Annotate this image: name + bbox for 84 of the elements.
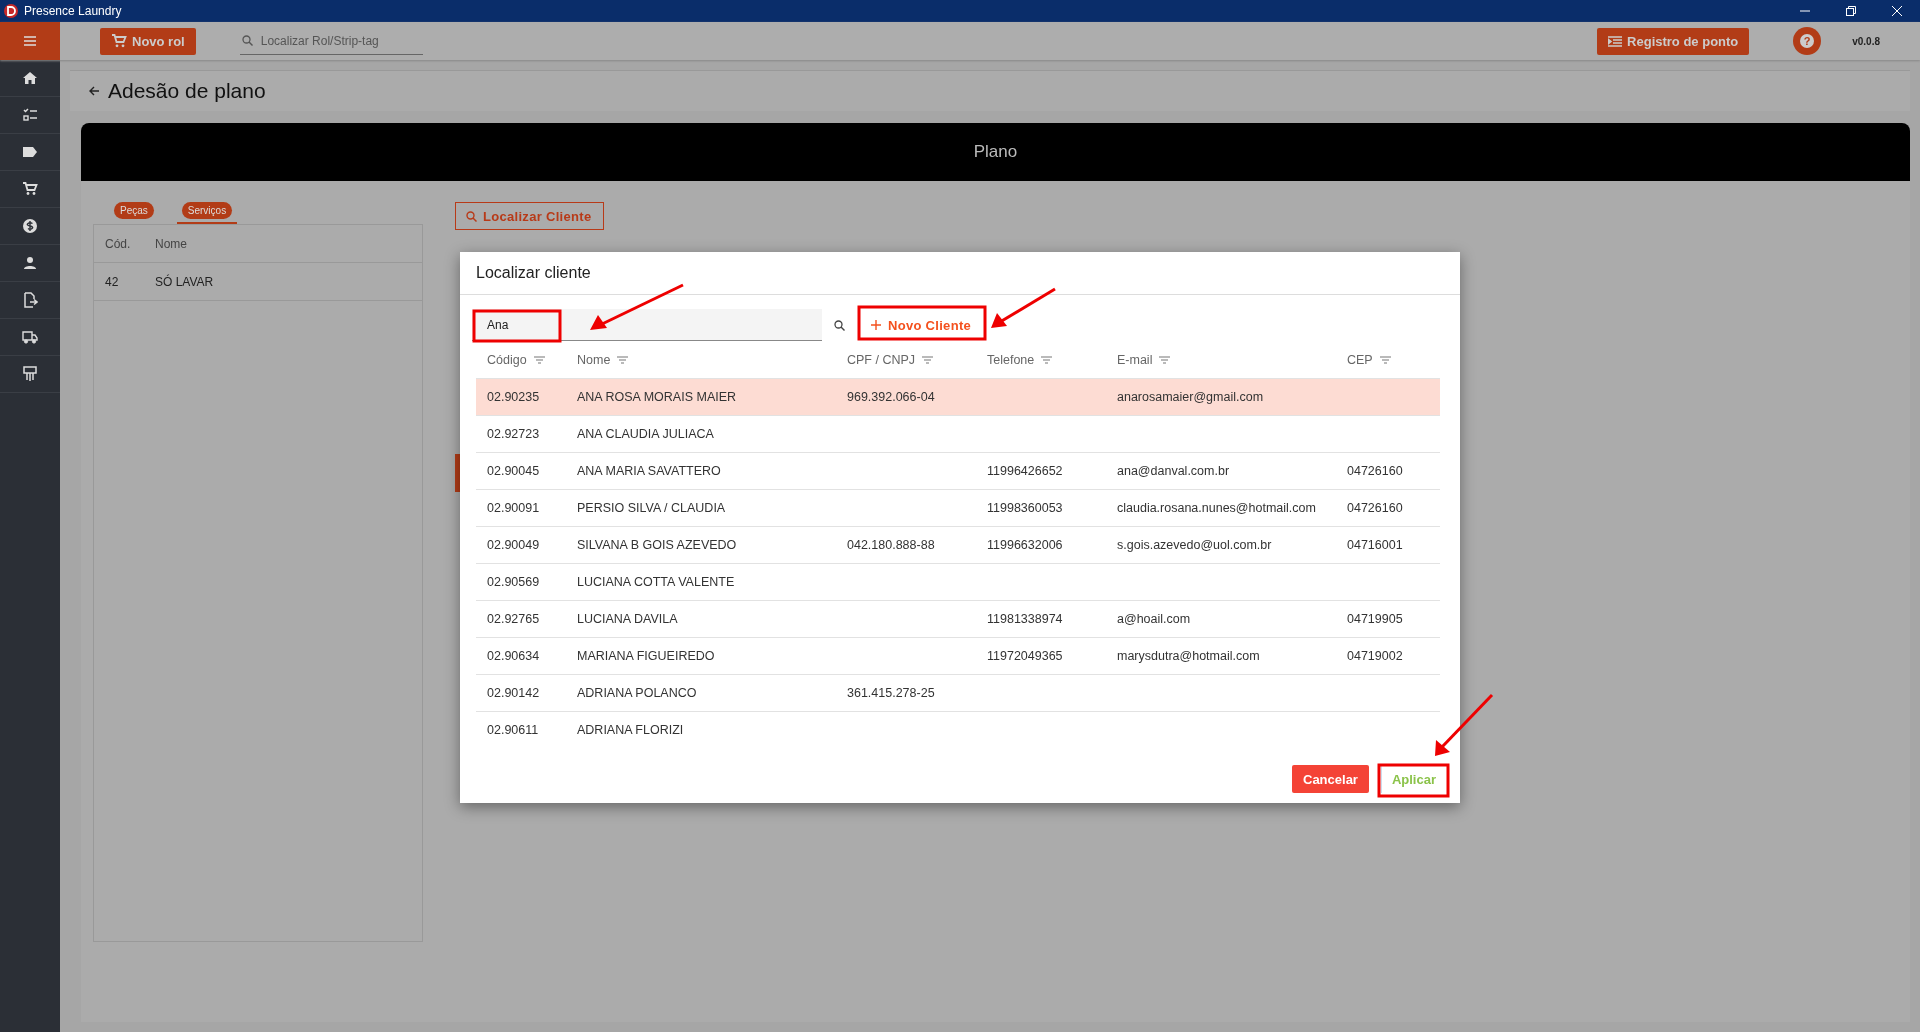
column-header: Nome: [155, 236, 187, 251]
column-header: Cód.: [104, 236, 132, 251]
plan-banner: Plano: [81, 123, 1910, 181]
column-header[interactable]: Código: [487, 352, 527, 367]
table-cell: 02.92723: [487, 427, 540, 441]
table-cell: claudia.rosana.nunes@hotmail.com: [1117, 501, 1316, 515]
table-cell: 11972049365: [987, 649, 1063, 663]
close-icon: [1891, 5, 1903, 17]
new-client-button[interactable]: Novo Cliente: [865, 311, 978, 339]
client-row[interactable]: 02.90235 ANA ROSA MORAIS MAIER 969.392.066-04 anarosamaier@gmail.com: [476, 379, 1440, 416]
app-logo-icon: [4, 4, 18, 18]
table-cell: ana@danval.com.br: [1117, 464, 1230, 478]
table-cell: 02.90091: [487, 501, 540, 515]
new-order-button[interactable]: Novo rol: [100, 27, 196, 55]
table-cell: ANA CLAUDIA JULIACA: [577, 427, 714, 441]
client-row[interactable]: 02.90634 MARIANA FIGUEIREDO 11972049365 marysdutra@hotmail.com 04719002: [476, 638, 1440, 675]
client-row[interactable]: 02.90611 ADRIANA FLORIZI: [476, 712, 1440, 748]
client-row[interactable]: 02.92765 LUCIANA DAVILA 11981338974 a@hoail.com 04719905: [476, 601, 1440, 638]
client-row[interactable]: 02.90142 ADRIANA POLANCO 361.415.278-25: [476, 675, 1440, 712]
cart-icon: [111, 34, 127, 48]
list-icon: [1608, 34, 1623, 48]
plus-icon: [871, 320, 881, 330]
search-field[interactable]: Ana: [472, 309, 822, 341]
table-cell: 02.90235: [487, 390, 540, 404]
client-row[interactable]: 02.90045 ANA MARIA SAVATTERO 11996426652 ana@danval.com.br 04726160: [476, 453, 1440, 490]
search-field[interactable]: Localizar Rol/Strip-tag: [260, 29, 421, 52]
annotation-arrow: [1435, 693, 1494, 756]
table-cell: 361.415.278-25: [847, 686, 935, 700]
cancel-button[interactable]: Cancelar: [1292, 765, 1369, 793]
table-cell: SILVANA B GOIS AZEVEDO: [577, 538, 737, 552]
table-cell: ADRIANA FLORIZI: [577, 723, 684, 737]
dialog-title: Localizar cliente: [460, 252, 1460, 295]
column-header[interactable]: Telefone: [987, 352, 1035, 367]
table-cell: 02.90611: [487, 723, 539, 737]
table-cell: SÓ LAVAR: [155, 274, 214, 289]
table-cell: 02.90634: [487, 649, 540, 663]
client-row[interactable]: 02.92723 ANA CLAUDIA JULIACA: [476, 416, 1440, 453]
client-row[interactable]: 02.90049 SILVANA B GOIS AZEVEDO 042.180.888-88 11996632006 s.gois.azevedo@uol.com.br 04716001: [476, 527, 1440, 564]
table-cell: a@hoail.com: [1117, 612, 1191, 626]
client-row[interactable]: 02.90091 PERSIO SILVA / CLAUDIA 11998360053 claudia.rosana.nunes@hotmail.com 04726160: [476, 490, 1440, 527]
clock-in-button[interactable]: Registro de ponto: [1597, 27, 1750, 55]
table-cell: 11998360053: [987, 501, 1063, 515]
menu-icon: [23, 35, 37, 47]
table-cell: ANA ROSA MORAIS MAIER: [577, 390, 737, 404]
table-cell: LUCIANA DAVILA: [577, 612, 678, 626]
table-cell: ADRIANA POLANCO: [577, 686, 697, 700]
table-cell: s.gois.azevedo@uol.com.br: [1117, 538, 1272, 552]
search-icon: [466, 210, 477, 222]
back-arrow-icon[interactable]: [88, 85, 100, 97]
annotation-arrow: [991, 287, 1056, 328]
column-header[interactable]: CEP: [1347, 352, 1373, 367]
page-title: Adesão de plano: [108, 79, 266, 103]
client-row[interactable]: 02.90569 LUCIANA COTTA VALENTE: [476, 564, 1440, 601]
table-cell-text: 42: [104, 274, 120, 289]
search-icon: [241, 35, 253, 46]
column-header[interactable]: E-mail: [1117, 352, 1153, 367]
table-cell: 04726160: [1347, 464, 1403, 478]
table-cell: 02.90142: [487, 686, 540, 700]
table-cell: 02.92765: [487, 612, 540, 626]
search-icon: [834, 319, 845, 331]
table-cell: marysdutra@hotmail.com: [1117, 649, 1260, 663]
table-cell: 04719002: [1347, 649, 1403, 663]
table-cell: LUCIANA COTTA VALENTE: [577, 575, 735, 589]
table-cell: 042.180.888-88: [847, 538, 935, 552]
table-cell: 969.392.066-04: [847, 390, 935, 404]
table-cell: 11996632006: [987, 538, 1063, 552]
table-cell: 02.90045: [487, 464, 540, 478]
table-cell: ANA MARIA SAVATTERO: [577, 464, 721, 478]
table-cell: 04719905: [1347, 612, 1403, 626]
column-header[interactable]: Nome: [577, 352, 611, 367]
table-cell: 02.90049: [487, 538, 540, 552]
column-header[interactable]: CPF / CNPJ: [847, 352, 916, 367]
table-cell: 04716001: [1347, 538, 1403, 552]
table-cell: 02.90569: [487, 575, 540, 589]
table-cell: 11981338974: [987, 612, 1063, 626]
table-cell: 11996426652: [987, 464, 1063, 478]
table-cell: anarosamaier@gmail.com: [1117, 390, 1264, 404]
table-cell: PERSIO SILVA / CLAUDIA: [577, 501, 726, 515]
window-title: Presence Laundry: [24, 4, 122, 18]
restore-icon: [1845, 5, 1857, 17]
help-button[interactable]: ?: [1793, 27, 1822, 55]
table-cell: MARIANA FIGUEIREDO: [577, 649, 715, 663]
version-label: v0.0.8: [1852, 35, 1880, 47]
table-cell: 04726160: [1347, 501, 1403, 515]
